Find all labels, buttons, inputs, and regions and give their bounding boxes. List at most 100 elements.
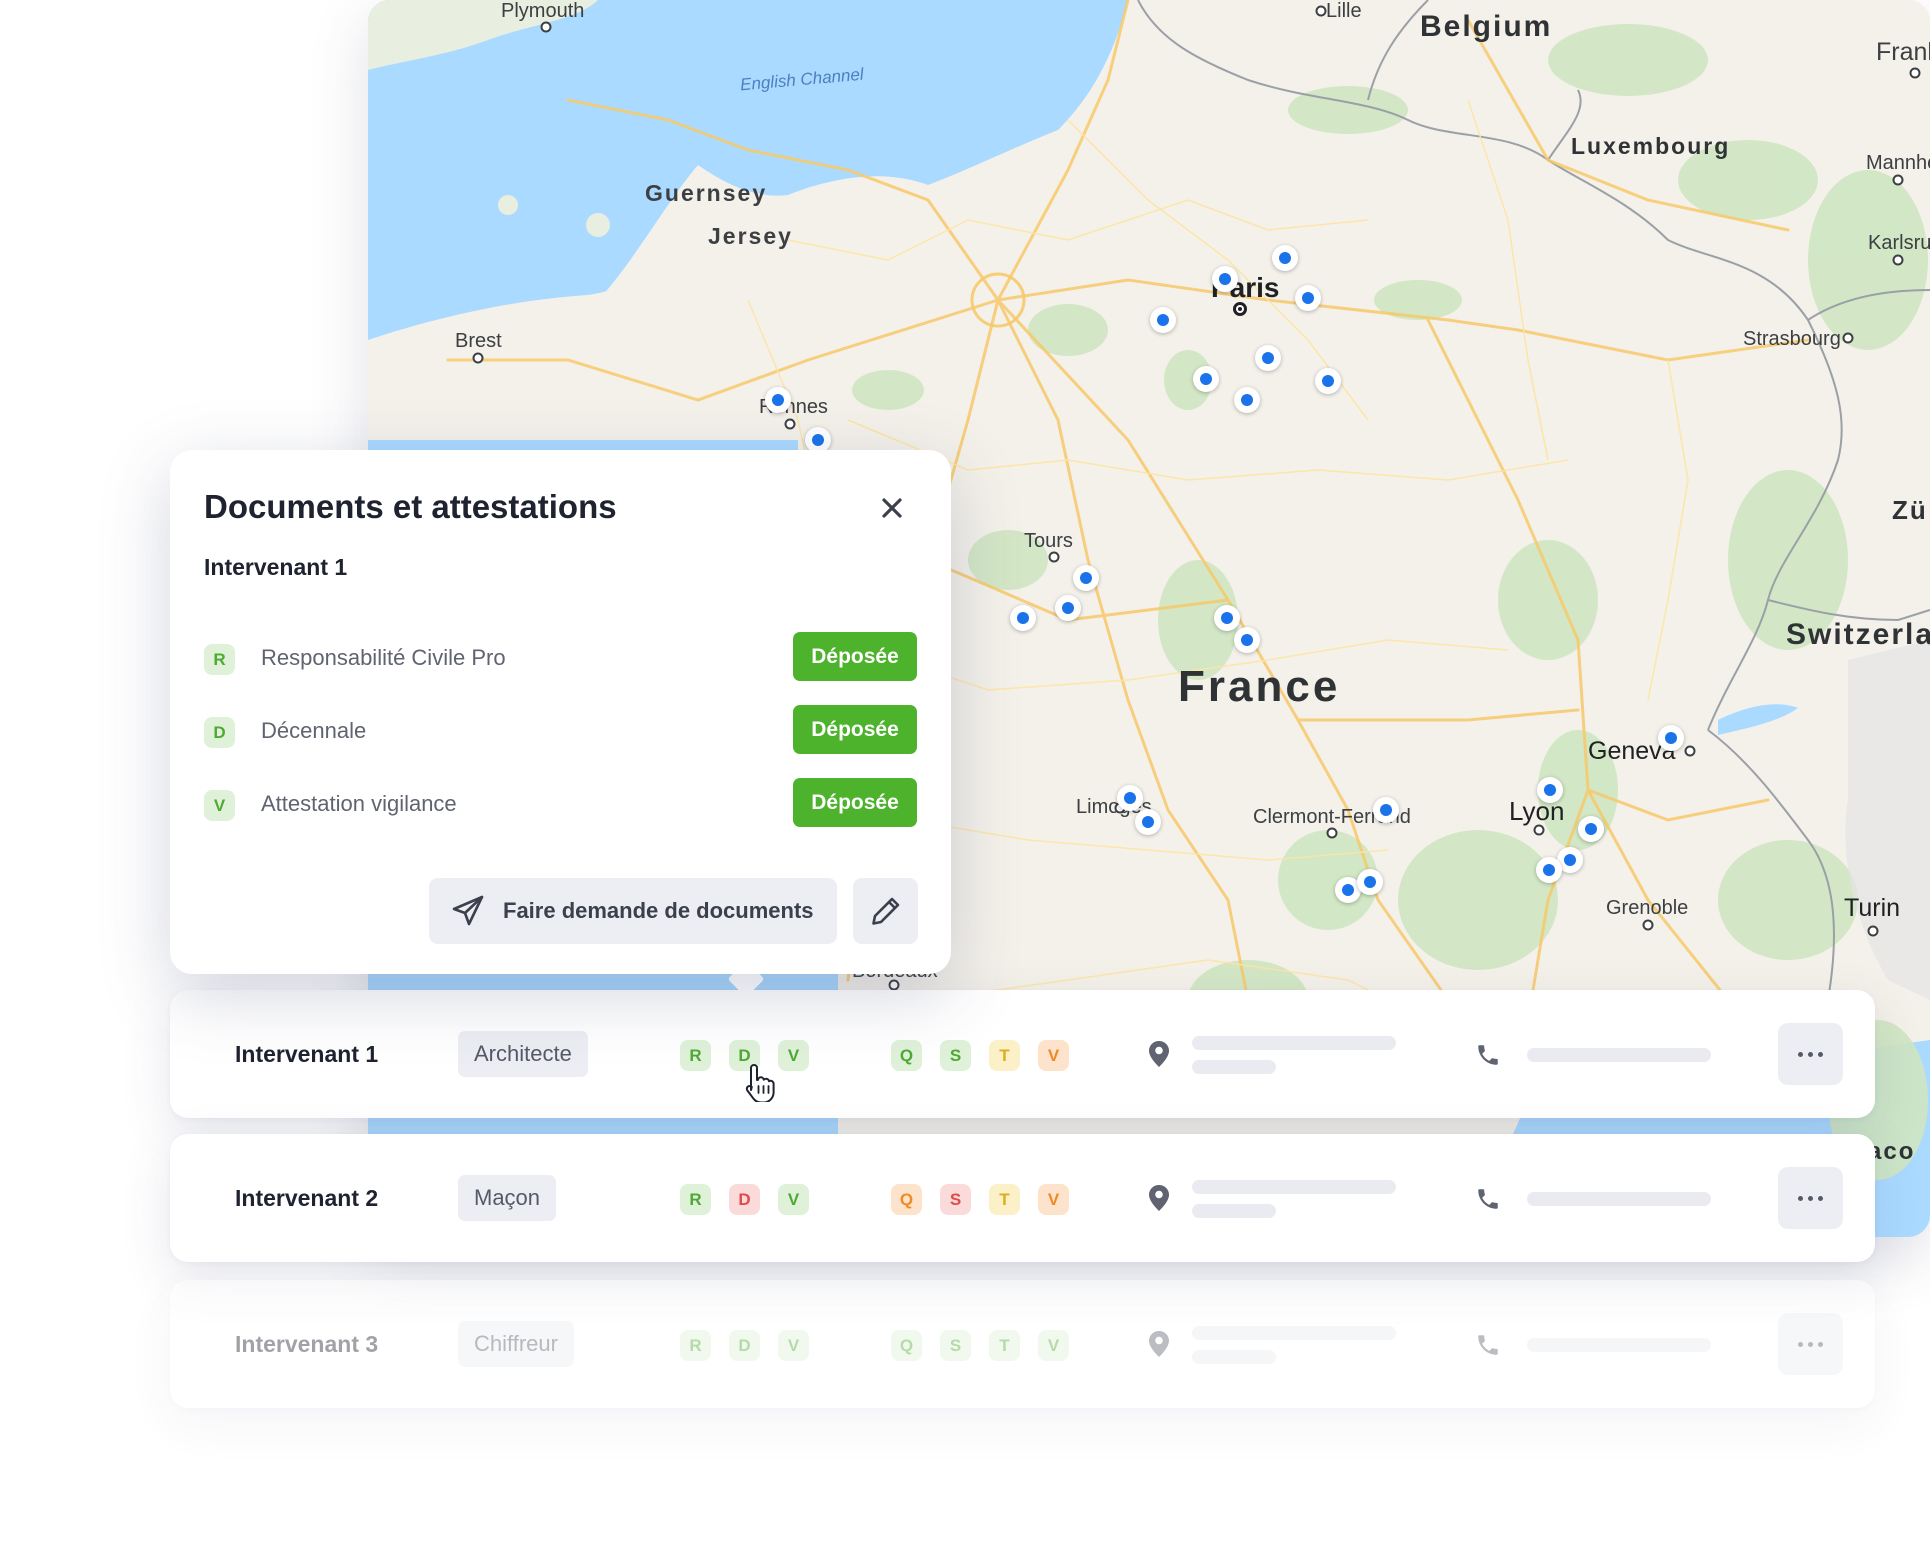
doc-code-badge: D: [204, 717, 235, 748]
map-dot-bordeaux: [888, 979, 900, 991]
map-label-guernsey: Guernsey: [645, 180, 768, 206]
doc-tag-r[interactable]: R: [680, 1040, 711, 1071]
more-button[interactable]: [1778, 1023, 1843, 1085]
edit-button[interactable]: [853, 878, 918, 944]
qual-tag-t[interactable]: T: [989, 1184, 1020, 1215]
doc-tag-d[interactable]: D: [729, 1330, 760, 1361]
map-marker[interactable]: [1055, 595, 1081, 621]
qual-tag-v[interactable]: V: [1038, 1040, 1069, 1071]
phone-icon: [1478, 1189, 1498, 1209]
map-label-plymouth: Plymouth: [501, 0, 585, 22]
map-marker[interactable]: [1537, 777, 1563, 803]
qual-tag-v[interactable]: V: [1038, 1330, 1069, 1361]
role-badge: Chiffreur: [458, 1321, 574, 1367]
map-marker[interactable]: [1578, 816, 1604, 842]
request-documents-label: Faire demande de documents: [503, 898, 814, 923]
more-button[interactable]: [1778, 1313, 1843, 1375]
intervenant-name: Intervenant 3: [235, 1331, 379, 1357]
more-icon: [1798, 1195, 1803, 1201]
map-pin-icon: [1149, 1041, 1169, 1067]
document-label: Responsabilité Civile Pro: [261, 645, 506, 670]
map-marker[interactable]: [1214, 605, 1240, 631]
map-marker[interactable]: [1315, 368, 1341, 394]
map-label-grenoble: Grenoble: [1606, 897, 1689, 919]
documents-popup: Documents et attestations Intervenant 1 …: [170, 450, 951, 974]
map-label-brest: Brest: [455, 330, 502, 352]
map-marker[interactable]: [1255, 345, 1281, 371]
more-icon: [1798, 1341, 1803, 1347]
map-marker[interactable]: [1295, 285, 1321, 311]
qual-tag-q[interactable]: Q: [891, 1040, 922, 1071]
map-marker[interactable]: [1193, 366, 1219, 392]
phone-icon: [1478, 1045, 1498, 1065]
phone-icon: [1478, 1335, 1498, 1355]
document-label: Décennale: [261, 718, 367, 743]
map-pin-icon: [1149, 1331, 1169, 1357]
address-placeholder: [1192, 1036, 1396, 1050]
doc-code-badge: V: [204, 790, 235, 821]
map-marker[interactable]: [1010, 605, 1036, 631]
map-marker[interactable]: [1212, 266, 1238, 292]
close-icon[interactable]: [880, 496, 904, 520]
map-dot-tours: [1048, 551, 1060, 563]
status-button[interactable]: Déposée: [793, 778, 917, 827]
map-label-switzerland: Switzerla: [1786, 618, 1930, 651]
map-dot-plymouth: [540, 21, 552, 33]
doc-tag-r[interactable]: R: [680, 1184, 711, 1215]
more-icon: [1818, 1341, 1823, 1347]
doc-code-badge: R: [204, 644, 235, 675]
qual-tag-s[interactable]: S: [940, 1040, 971, 1071]
map-marker[interactable]: [1073, 565, 1099, 591]
map-dot-grenoble: [1642, 919, 1654, 931]
map-dot-brest: [472, 352, 484, 364]
map-marker[interactable]: [1536, 857, 1562, 883]
address-placeholder: [1192, 1350, 1276, 1364]
more-icon: [1808, 1195, 1813, 1201]
intervenant-name: Intervenant 2: [235, 1185, 379, 1211]
qual-tag-t[interactable]: T: [989, 1040, 1020, 1071]
map-dot-lyon: [1533, 824, 1545, 836]
role-badge: Maçon: [458, 1175, 557, 1221]
map-marker[interactable]: [1234, 387, 1260, 413]
intervenant-name: Intervenant 1: [235, 1041, 379, 1067]
qual-tag-q[interactable]: Q: [891, 1330, 922, 1361]
qual-tag-s[interactable]: S: [940, 1330, 971, 1361]
map-marker[interactable]: [1272, 245, 1298, 271]
map-marker[interactable]: [1234, 627, 1260, 653]
map-label-france: France: [1178, 662, 1341, 711]
status-button[interactable]: Déposée: [793, 632, 917, 681]
request-documents-button[interactable]: Faire demande de documents: [429, 878, 837, 944]
doc-tag-v[interactable]: V: [778, 1040, 809, 1071]
map-dot-lille: [1315, 5, 1327, 17]
map-marker[interactable]: [1357, 869, 1383, 895]
qual-tag-t[interactable]: T: [989, 1330, 1020, 1361]
map-marker[interactable]: [1117, 785, 1143, 811]
intervenant-row[interactable]: Intervenant 3 Chiffreur R D V Q S T V: [170, 1280, 1875, 1408]
phone-placeholder: [1527, 1048, 1711, 1062]
doc-tag-d[interactable]: D: [729, 1184, 760, 1215]
qualification-tags: Q S T V: [891, 1330, 1069, 1361]
intervenant-row[interactable]: Intervenant 2 Maçon R D V Q S T V: [170, 1134, 1875, 1262]
map-marker[interactable]: [1150, 307, 1176, 333]
map-marker[interactable]: [1373, 797, 1399, 823]
status-button[interactable]: Déposée: [793, 705, 917, 754]
map-dot-strasbourg: [1842, 332, 1854, 344]
document-row: R Responsabilité Civile Pro Déposée: [204, 632, 917, 684]
more-icon: [1808, 1341, 1813, 1347]
qual-tag-v[interactable]: V: [1038, 1184, 1069, 1215]
more-icon: [1798, 1051, 1803, 1057]
doc-tag-v[interactable]: V: [778, 1184, 809, 1215]
paper-plane-icon: [452, 895, 484, 926]
qual-tag-q[interactable]: Q: [891, 1184, 922, 1215]
map-label-monaco: aco: [1868, 1138, 1916, 1165]
more-button[interactable]: [1778, 1167, 1843, 1229]
intervenant-row[interactable]: Intervenant 1 Architecte R D V Q S T V: [170, 990, 1875, 1118]
qualification-tags: Q S T V: [891, 1040, 1069, 1071]
doc-tag-r[interactable]: R: [680, 1330, 711, 1361]
map-dot-paris: [1233, 302, 1247, 316]
doc-tag-v[interactable]: V: [778, 1330, 809, 1361]
map-marker[interactable]: [1658, 725, 1684, 751]
map-marker[interactable]: [765, 387, 791, 413]
qual-tag-s[interactable]: S: [940, 1184, 971, 1215]
map-marker[interactable]: [1135, 809, 1161, 835]
